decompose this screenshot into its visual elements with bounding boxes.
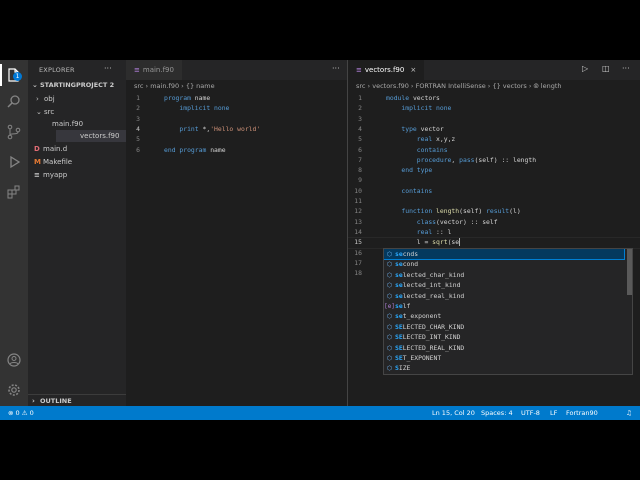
suggestion-item[interactable]: ⬡ secnds <box>384 249 625 261</box>
tree-file-myapp[interactable]: ≡ myapp <box>34 169 67 181</box>
split-editor-icon[interactable]: ◫ <box>602 64 610 73</box>
tree-label: src <box>44 108 55 116</box>
tab-label: main.f90 <box>142 66 174 74</box>
suggestion-item[interactable]: ⬡ selected_real_kind <box>384 291 624 301</box>
extensions-icon[interactable] <box>4 182 24 202</box>
right-breadcrumb[interactable]: src › vectors.f90 › FORTRAN IntelliSense… <box>356 82 562 91</box>
problems-count[interactable]: ⊗ 0 ⚠ 0 <box>8 406 34 420</box>
tree-label: main.d <box>43 145 68 153</box>
file-lines-icon: ≡ <box>34 171 40 179</box>
explorer-badge: 1 <box>13 72 22 81</box>
right-tab-bar: ≡ vectors.f90 × ▷ ◫ ··· <box>348 60 640 80</box>
suggestion-item[interactable]: ⬡ SIZE <box>384 363 624 373</box>
notifications-bell-icon[interactable]: ♫ <box>626 406 632 420</box>
fortran-file-icon: ≡ <box>356 66 362 74</box>
outline-label: OUTLINE <box>40 397 72 405</box>
vscode-window: 1 EXPLORER ⌄ STARTINGPROJECT 2 › obj ⌄ src … <box>0 60 640 420</box>
d-file-icon: D <box>34 145 40 153</box>
explorer-title: EXPLORER <box>39 66 75 74</box>
tree-label: myapp <box>43 171 68 179</box>
suggestion-item[interactable]: ⬡ second <box>384 259 624 269</box>
tree-label: vectors.f90 <box>80 132 120 140</box>
fortran-file-icon: ≡ <box>134 66 140 74</box>
editor-more-icon[interactable]: ··· <box>622 64 630 73</box>
active-indicator <box>0 64 2 86</box>
tree-file-main-d[interactable]: Dmain.d <box>34 143 67 155</box>
status-bar: ⊗ 0 ⚠ 0 Ln 15, Col 20 Spaces: 4 UTF-8 LF… <box>0 406 640 420</box>
close-icon[interactable]: × <box>410 66 416 74</box>
left-tab-bar: ≡ main.f90 ··· <box>126 60 347 80</box>
suggestion-item[interactable]: ⬡ SET_EXPONENT <box>384 353 624 363</box>
suggestion-item[interactable]: ⬡ set_exponent <box>384 311 624 321</box>
left-breadcrumb[interactable]: src › main.f90 › {} name <box>134 82 215 90</box>
suggestion-item[interactable]: ⬡ SELECTED_CHAR_KIND <box>384 322 624 332</box>
indentation[interactable]: Spaces: 4 <box>481 406 513 420</box>
tree-label: obj <box>44 95 55 103</box>
project-name: STARTINGPROJECT 2 <box>40 81 115 89</box>
chevron-down-icon: ⌄ <box>36 108 42 116</box>
suggestion-scrollbar[interactable] <box>627 249 632 295</box>
tree-label: main.f90 <box>52 120 84 128</box>
encoding[interactable]: UTF-8 <box>521 406 540 420</box>
settings-gear-icon[interactable] <box>4 380 24 400</box>
tree-folder-obj[interactable]: › obj <box>36 93 55 105</box>
suggestion-item[interactable]: ⬡ SELECTED_INT_KIND <box>384 332 624 342</box>
explorer-more-icon[interactable]: ··· <box>104 64 112 73</box>
run-debug-icon[interactable] <box>4 152 24 172</box>
makefile-icon: M <box>34 158 41 166</box>
activity-bar: 1 <box>0 60 28 406</box>
tab-main-f90[interactable]: ≡ main.f90 <box>126 60 182 80</box>
tree-label: Makefile <box>43 158 73 166</box>
account-icon[interactable] <box>4 350 24 370</box>
language-mode[interactable]: Fortran90 <box>566 406 598 420</box>
tree-folder-src[interactable]: ⌄ src <box>36 106 54 118</box>
text-cursor <box>459 238 461 247</box>
suggestion-widget: ⬡ secnds ⬡ second ⬡ selected_char_kind ⬡ sel… <box>383 248 633 375</box>
suggestion-item[interactable]: ⬡ SELECTED_REAL_KIND <box>384 343 624 353</box>
tab-label: vectors.f90 <box>364 66 405 74</box>
tree-file-makefile[interactable]: M Makefile <box>34 156 72 168</box>
editor-more-icon[interactable]: ··· <box>332 64 340 73</box>
search-icon[interactable] <box>4 92 24 112</box>
suggestion-item[interactable]: [e]self <box>384 301 624 311</box>
left-editor-group: ≡ main.f90 ··· src › main.f90 › {} name 1… <box>126 60 347 406</box>
cursor-position[interactable]: Ln 15, Col 20 <box>432 406 475 420</box>
line-ending[interactable]: LF <box>550 406 557 420</box>
source-control-icon[interactable] <box>4 122 24 142</box>
tree-file-main-f90[interactable]: main.f90 <box>52 118 83 130</box>
project-header[interactable]: ⌄ STARTINGPROJECT 2 <box>32 81 114 89</box>
chevron-right-icon: › <box>36 95 39 103</box>
suggestion-item[interactable]: ⬡ selected_char_kind <box>384 270 624 280</box>
function-icon: ⬡ <box>386 365 393 373</box>
suggestion-item[interactable]: ⬡ selected_int_kind <box>384 280 624 290</box>
explorer-sidebar: EXPLORER ⌄ STARTINGPROJECT 2 › obj ⌄ src ma… <box>28 60 154 406</box>
run-play-icon[interactable]: ▷ <box>582 64 588 73</box>
tab-vectors-f90[interactable]: ≡ vectors.f90 × <box>348 60 425 80</box>
